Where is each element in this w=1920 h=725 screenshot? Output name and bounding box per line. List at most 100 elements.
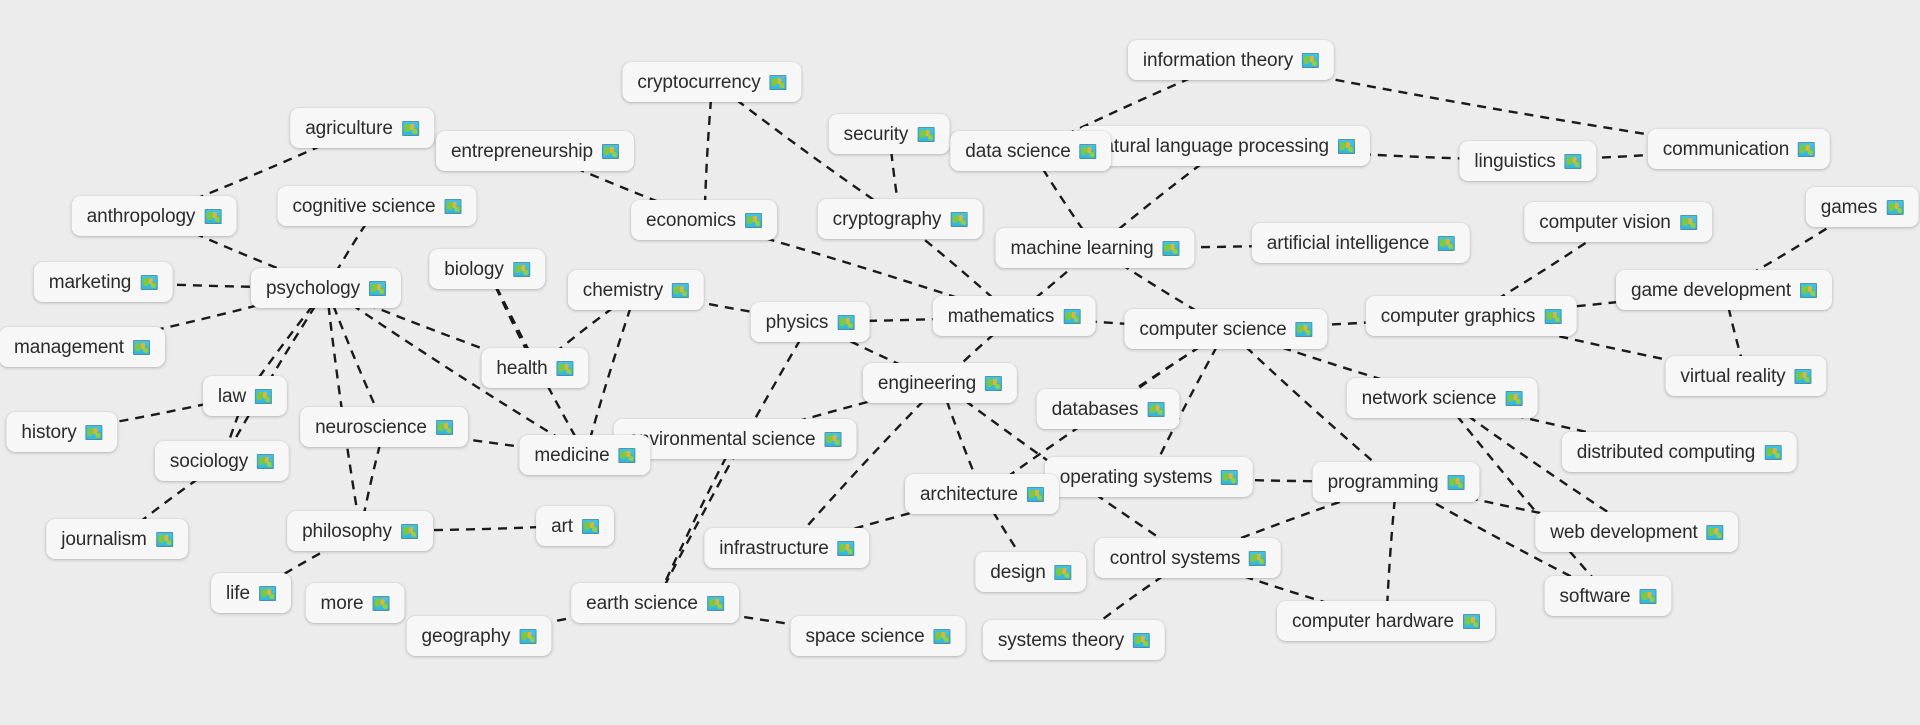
world-map-icon bbox=[1079, 143, 1097, 159]
graph-edge-cognitive-science--psychology bbox=[336, 223, 367, 271]
graph-node-artificial-intelligence[interactable]: artificial intelligence bbox=[1251, 223, 1471, 263]
graph-node-label: environmental science bbox=[628, 428, 816, 450]
world-map-icon bbox=[602, 143, 620, 159]
world-map-icon bbox=[204, 208, 222, 224]
graph-node-label: space science bbox=[805, 625, 925, 647]
world-map-icon bbox=[1133, 632, 1151, 648]
graph-node-cognitive-science[interactable]: cognitive science bbox=[277, 186, 477, 226]
graph-node-neuroscience[interactable]: neuroscience bbox=[300, 407, 468, 447]
graph-node-game-development[interactable]: game development bbox=[1615, 270, 1833, 310]
world-map-icon bbox=[917, 126, 935, 142]
graph-node-databases[interactable]: databases bbox=[1036, 389, 1180, 429]
graph-node-life[interactable]: life bbox=[211, 573, 291, 613]
graph-node-cryptography[interactable]: cryptography bbox=[817, 199, 983, 239]
graph-node-management[interactable]: management bbox=[0, 327, 165, 367]
graph-node-computer-graphics[interactable]: computer graphics bbox=[1365, 296, 1577, 336]
graph-node-cryptocurrency[interactable]: cryptocurrency bbox=[622, 62, 802, 102]
graph-node-engineering[interactable]: engineering bbox=[862, 363, 1018, 403]
graph-node-law[interactable]: law bbox=[202, 376, 288, 416]
world-map-icon bbox=[444, 198, 462, 214]
world-map-icon bbox=[369, 280, 387, 296]
graph-node-history[interactable]: history bbox=[6, 412, 118, 452]
world-map-icon bbox=[1302, 52, 1320, 68]
graph-node-natural-language-processing[interactable]: natural language processing bbox=[1077, 126, 1371, 166]
graph-node-earth-science[interactable]: earth science bbox=[571, 583, 739, 623]
graph-node-label: systems theory bbox=[997, 629, 1125, 651]
world-map-icon bbox=[1463, 613, 1480, 629]
graph-node-label: infrastructure bbox=[719, 537, 829, 559]
world-map-icon bbox=[1800, 282, 1818, 298]
graph-edge-security--cryptography bbox=[890, 151, 899, 202]
graph-node-economics[interactable]: economics bbox=[631, 200, 777, 240]
graph-node-label: games bbox=[1820, 196, 1878, 218]
world-map-icon bbox=[372, 595, 390, 611]
graph-node-label: linguistics bbox=[1474, 150, 1556, 172]
world-map-icon bbox=[837, 540, 855, 556]
graph-node-label: computer vision bbox=[1539, 211, 1671, 233]
graph-node-virtual-reality[interactable]: virtual reality bbox=[1665, 356, 1827, 396]
world-map-icon bbox=[1794, 368, 1812, 384]
graph-node-psychology[interactable]: psychology bbox=[250, 268, 402, 308]
graph-edge-neuroscience--philosophy bbox=[362, 444, 382, 514]
graph-node-label: art bbox=[551, 515, 573, 537]
graph-node-medicine[interactable]: medicine bbox=[519, 435, 651, 475]
graph-node-programming[interactable]: programming bbox=[1312, 462, 1480, 502]
graph-edge-game-development--games bbox=[1749, 221, 1837, 276]
world-map-icon bbox=[1438, 235, 1456, 251]
world-map-icon bbox=[1295, 321, 1313, 337]
graph-node-mathematics[interactable]: mathematics bbox=[932, 296, 1096, 336]
graph-node-art[interactable]: art bbox=[536, 506, 614, 546]
graph-node-security[interactable]: security bbox=[828, 114, 950, 154]
graph-node-machine-learning[interactable]: machine learning bbox=[995, 228, 1195, 268]
graph-node-data-science[interactable]: data science bbox=[950, 131, 1112, 171]
graph-edge-chemistry--health bbox=[557, 307, 614, 351]
graph-node-journalism[interactable]: journalism bbox=[46, 519, 188, 559]
graph-node-infrastructure[interactable]: infrastructure bbox=[704, 528, 870, 568]
graph-node-label: management bbox=[14, 336, 124, 358]
graph-node-information-theory[interactable]: information theory bbox=[1127, 40, 1335, 80]
graph-edge-engineering--architecture bbox=[945, 400, 977, 477]
graph-node-geography[interactable]: geography bbox=[406, 616, 552, 656]
graph-node-computer-hardware[interactable]: computer hardware bbox=[1277, 601, 1495, 641]
graph-node-physics[interactable]: physics bbox=[750, 302, 870, 342]
graph-node-systems-theory[interactable]: systems theory bbox=[982, 620, 1166, 660]
graph-node-software[interactable]: software bbox=[1544, 576, 1672, 616]
graph-node-computer-vision[interactable]: computer vision bbox=[1524, 202, 1712, 242]
graph-edge-computer-science--databases bbox=[1133, 345, 1201, 393]
graph-node-agriculture[interactable]: agriculture bbox=[290, 108, 434, 148]
graph-node-architecture[interactable]: architecture bbox=[904, 474, 1060, 514]
graph-node-space-science[interactable]: space science bbox=[790, 616, 966, 656]
graph-node-design[interactable]: design bbox=[975, 552, 1087, 592]
graph-node-control-systems[interactable]: control systems bbox=[1094, 538, 1282, 578]
graph-node-linguistics[interactable]: linguistics bbox=[1459, 141, 1597, 181]
graph-node-label: operating systems bbox=[1059, 466, 1213, 488]
graph-node-philosophy[interactable]: philosophy bbox=[287, 511, 433, 551]
world-map-icon bbox=[1798, 141, 1816, 157]
graph-node-label: economics bbox=[646, 209, 736, 231]
world-map-icon bbox=[155, 531, 173, 547]
graph-node-label: psychology bbox=[265, 277, 361, 299]
graph-node-network-science[interactable]: network science bbox=[1346, 378, 1538, 418]
graph-node-more[interactable]: more bbox=[305, 583, 405, 623]
graph-node-entrepreneurship[interactable]: entrepreneurship bbox=[435, 131, 635, 171]
graph-node-sociology[interactable]: sociology bbox=[154, 441, 290, 481]
knowledge-graph-canvas[interactable]: cryptocurrency information theory agricult… bbox=[0, 0, 1920, 725]
graph-edge-law--sociology bbox=[227, 413, 240, 444]
graph-node-label: sociology bbox=[169, 450, 249, 472]
graph-node-games[interactable]: games bbox=[1805, 187, 1919, 227]
world-map-icon bbox=[950, 211, 968, 227]
graph-edge-data-science--machine-learning bbox=[1041, 168, 1085, 231]
world-map-icon bbox=[1063, 308, 1081, 324]
graph-node-operating-systems[interactable]: operating systems bbox=[1044, 457, 1254, 497]
graph-node-anthropology[interactable]: anthropology bbox=[71, 196, 237, 236]
graph-node-biology[interactable]: biology bbox=[429, 249, 545, 289]
graph-node-health[interactable]: health bbox=[481, 348, 589, 388]
graph-node-distributed-computing[interactable]: distributed computing bbox=[1561, 432, 1797, 472]
graph-node-marketing[interactable]: marketing bbox=[33, 262, 173, 302]
graph-node-communication[interactable]: communication bbox=[1647, 129, 1831, 169]
graph-node-computer-science[interactable]: computer science bbox=[1124, 309, 1328, 349]
graph-node-web-development[interactable]: web development bbox=[1535, 512, 1739, 552]
graph-node-chemistry[interactable]: chemistry bbox=[567, 270, 705, 310]
world-map-icon bbox=[837, 314, 855, 330]
world-map-icon bbox=[581, 518, 599, 534]
